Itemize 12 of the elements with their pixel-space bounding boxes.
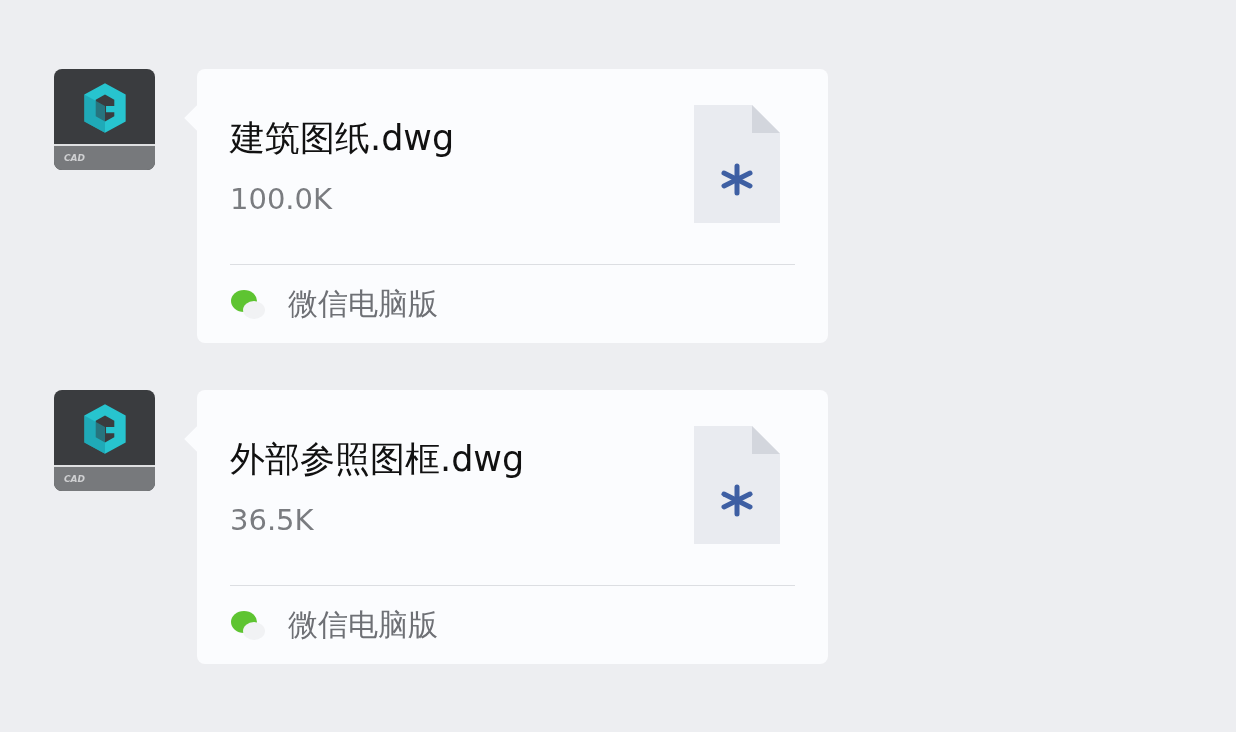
chat-bubbles-icon: [230, 609, 266, 642]
chat-bubbles-icon: [230, 288, 266, 321]
file-name: 建筑图纸.dwg: [230, 117, 455, 160]
file-size: 100.0K: [230, 182, 334, 216]
avatar-label: CAD: [64, 474, 86, 484]
avatar-label: CAD: [64, 153, 86, 163]
file-name: 外部参照图框.dwg: [230, 438, 525, 481]
file-icon: [694, 426, 780, 544]
source-label: 微信电脑版: [288, 605, 438, 644]
source-label: 微信电脑版: [288, 284, 438, 323]
file-size: 36.5K: [230, 503, 315, 537]
file-icon: [694, 105, 780, 223]
